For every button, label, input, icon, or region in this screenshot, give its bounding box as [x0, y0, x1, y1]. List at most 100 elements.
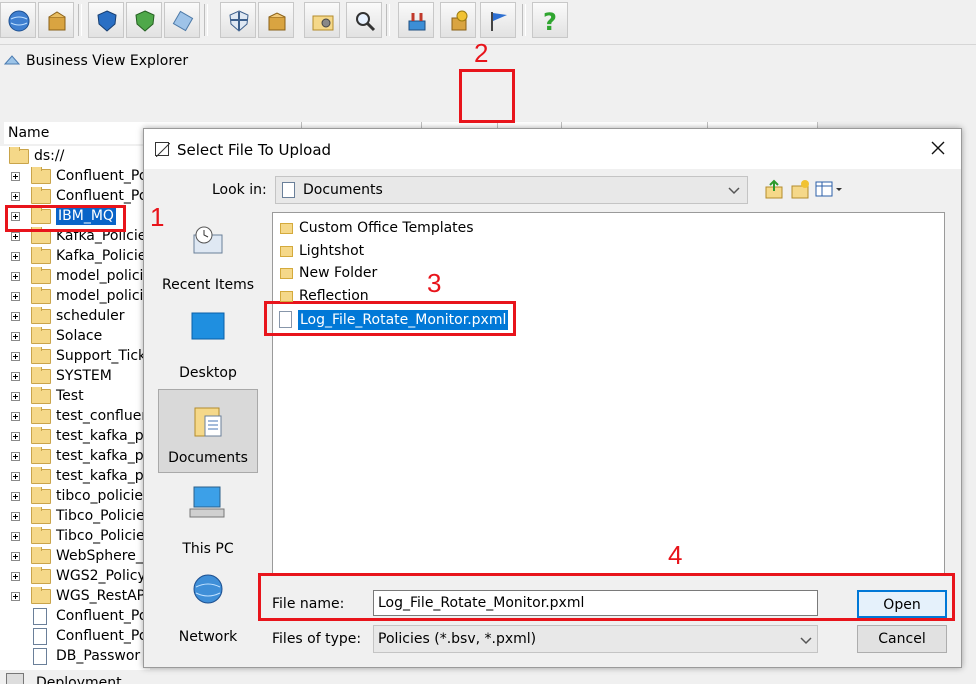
tree-item-label: Confluent_Po [56, 188, 148, 204]
folder-row-label: Lightshot [299, 242, 365, 259]
explorer-title: Business View Explorer [26, 53, 189, 69]
expand-icon[interactable] [11, 232, 20, 241]
expand-icon[interactable] [11, 292, 20, 301]
place-network[interactable]: Network [158, 565, 258, 651]
folder-icon [31, 527, 51, 544]
look-in-select[interactable]: Documents [275, 176, 748, 204]
expand-icon[interactable] [11, 352, 20, 361]
folder-icon [31, 307, 51, 324]
place-documents[interactable]: Documents [158, 389, 258, 473]
expand-icon[interactable] [11, 332, 20, 341]
tree-item-label: Test [56, 388, 84, 404]
look-in-label: Look in: [212, 182, 267, 198]
expand-icon[interactable] [11, 252, 20, 261]
tree-bottom-item[interactable]: Deployment [0, 670, 150, 684]
box-icon[interactable] [258, 2, 294, 38]
folder-row[interactable]: Custom Office Templates [276, 217, 516, 239]
tree-item-label: SYSTEM [56, 368, 112, 384]
view-menu-icon[interactable] [815, 180, 845, 198]
expand-icon[interactable] [11, 452, 20, 461]
place-desktop[interactable]: Desktop [158, 301, 258, 387]
folder-row[interactable]: Reflection [276, 285, 516, 307]
dialog-titlebar: Select File To Upload [144, 129, 961, 169]
expand-icon[interactable] [11, 392, 20, 401]
new-folder-icon[interactable] [790, 179, 810, 199]
tree-doc-item[interactable]: Confluent_Po [0, 627, 150, 647]
folder-row-label: Reflection [299, 287, 369, 304]
tree-doc-item[interactable]: Confluent_Po [0, 607, 150, 627]
expand-icon[interactable] [11, 572, 20, 581]
tools-icon[interactable] [398, 2, 434, 38]
desktop-icon [190, 311, 226, 341]
folder-icon [31, 347, 51, 364]
folder-row-label: Custom Office Templates [299, 220, 474, 236]
expand-icon[interactable] [11, 592, 20, 601]
places-bar: Recent Items Desktop Documents This PC N… [156, 213, 260, 656]
tree-item-label: Kafka_Policie [56, 248, 147, 264]
magnifier-icon[interactable] [346, 2, 382, 38]
tree-item[interactable]: tibco_policies [0, 487, 150, 507]
star-box-icon[interactable] [440, 2, 476, 38]
expand-icon[interactable] [11, 192, 20, 201]
close-icon[interactable] [930, 140, 946, 156]
expand-icon[interactable] [11, 532, 20, 541]
tree-item[interactable]: test_kafka_po [0, 467, 150, 487]
folder-row[interactable]: Lightshot [276, 240, 516, 262]
wrench-icon[interactable] [164, 2, 200, 38]
expand-icon[interactable] [11, 312, 20, 321]
shield-cross-icon[interactable] [220, 2, 256, 38]
flag-icon[interactable] [480, 2, 516, 38]
expand-icon[interactable] [11, 412, 20, 421]
folder-row[interactable]: New Folder [276, 262, 516, 284]
tree-item[interactable]: Solace [0, 327, 150, 347]
expand-icon[interactable] [11, 432, 20, 441]
folder-icon [31, 547, 51, 564]
help-icon[interactable]: ? [532, 2, 568, 38]
tree-item-label: test_kafka_po [56, 448, 150, 464]
tree-item[interactable]: Tibco_Policie [0, 527, 150, 547]
tree-item[interactable]: scheduler [0, 307, 150, 327]
tree-item[interactable]: Confluent_Po [0, 187, 150, 207]
expand-icon[interactable] [11, 492, 20, 501]
tree-item[interactable]: model_polici [0, 287, 150, 307]
tree-item[interactable]: Confluent_Po [0, 167, 150, 187]
package-icon[interactable] [38, 2, 74, 38]
tree-root[interactable]: ds:// [0, 147, 150, 167]
files-of-type-select[interactable]: Policies (*.bsv, *.pxml) [373, 625, 818, 653]
shield-blue-icon[interactable] [88, 2, 124, 38]
shield-green-icon[interactable] [126, 2, 162, 38]
tree-item-label: scheduler [56, 308, 125, 324]
up-folder-icon[interactable] [764, 179, 784, 199]
tree-item[interactable]: Tibco_Policie [0, 507, 150, 527]
place-this-pc[interactable]: This PC [158, 477, 258, 563]
tree-item[interactable]: WGS_RestAPI [0, 587, 150, 607]
tree-item[interactable]: WebSphere_M [0, 547, 150, 567]
tree-item-label: test_kafka_po [56, 468, 150, 484]
tree-item[interactable]: Kafka_Policie [0, 247, 150, 267]
tree-item[interactable]: model_polici [0, 267, 150, 287]
tree-item-label: WGS2_Policy [56, 568, 146, 584]
tree-item[interactable]: Test [0, 387, 150, 407]
folder-gear-icon[interactable] [304, 2, 340, 38]
folder-icon [31, 287, 51, 304]
expand-icon[interactable] [11, 552, 20, 561]
tree-item[interactable]: Support_Tick [0, 347, 150, 367]
tree-item[interactable]: test_kafka_po [0, 447, 150, 467]
cancel-button[interactable]: Cancel [857, 625, 947, 653]
expand-icon[interactable] [11, 272, 20, 281]
tree-item-label: Confluent_Po [56, 168, 148, 184]
document-icon [33, 628, 47, 645]
place-recent-items[interactable]: Recent Items [158, 213, 258, 299]
tree-doc-item[interactable]: DB_Passwor [0, 647, 150, 667]
expand-icon[interactable] [11, 512, 20, 521]
expand-icon[interactable] [11, 472, 20, 481]
expand-icon[interactable] [11, 372, 20, 381]
tree-item[interactable]: WGS2_Policy [0, 567, 150, 587]
folder-icon [31, 427, 51, 444]
expand-icon[interactable] [11, 172, 20, 181]
globe-icon[interactable] [0, 2, 36, 38]
tree-item[interactable]: SYSTEM [0, 367, 150, 387]
tree-item[interactable]: test_confluen [0, 407, 150, 427]
tree-item[interactable]: test_kafka_po [0, 427, 150, 447]
annotation-step-4: 4 [668, 540, 683, 570]
